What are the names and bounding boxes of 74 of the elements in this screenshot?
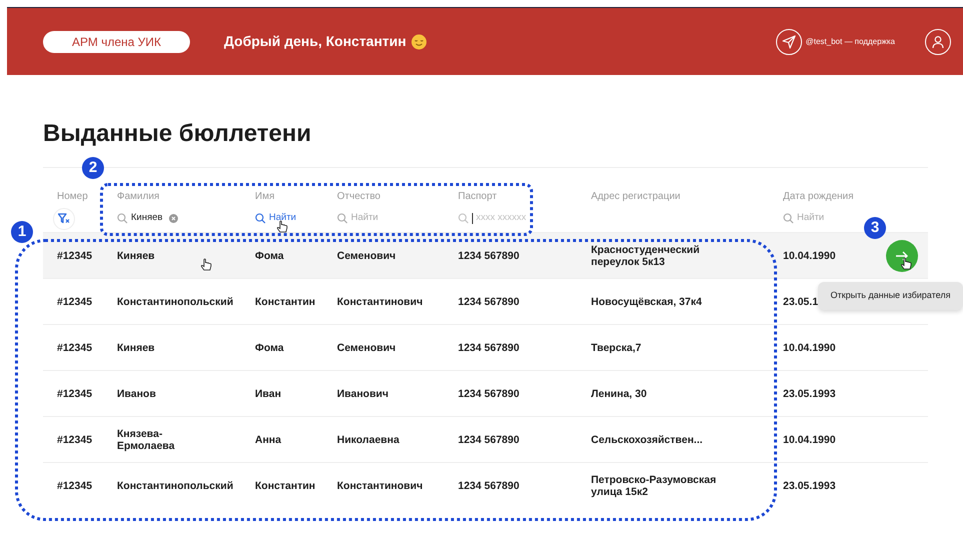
table-cell-text: Иванович <box>336 388 388 400</box>
page-title: Выданные бюллетени <box>43 119 312 149</box>
table-cell-text: Киняев <box>116 250 156 262</box>
column-header: Паспорт <box>457 190 498 204</box>
user-icon[interactable] <box>925 28 951 54</box>
table-cell-text: 1234 567890 <box>457 342 520 354</box>
annotation-marker: 3 <box>864 217 886 239</box>
column-header: Имя <box>254 190 276 204</box>
hand-cursor-icon <box>276 220 288 233</box>
table-cell-text: Семенович <box>336 250 396 262</box>
table-cell-text: 1234 567890 <box>457 388 520 400</box>
clear-filter-button[interactable] <box>53 208 75 230</box>
arrow-icon <box>895 250 909 262</box>
annotation-marker: 2 <box>82 157 104 179</box>
open-button[interactable] <box>886 240 918 272</box>
table-cell-text: #12345 <box>56 388 92 400</box>
table-cell-text: Николаевна <box>336 434 400 446</box>
clear-icon[interactable] <box>168 214 178 223</box>
table-cell-text: #12345 <box>56 434 92 446</box>
hand-cursor-icon <box>900 257 912 270</box>
table-cell-text: Фома <box>254 342 284 354</box>
table-row-highlight[interactable]: #12345 Киняев Фома Семенович 1234 567890 Красностуденческий переулок 5к13 10.04.1990 <box>43 232 928 278</box>
search-icon <box>337 213 348 224</box>
table-cell-text: Новосущёвская, 37к4 <box>590 296 703 308</box>
filter-clear-icon <box>58 213 70 224</box>
table-cell-text: Константинович <box>336 480 423 492</box>
table-cell-text: 10.04.1990 <box>782 342 836 354</box>
table-cell-text: Семенович <box>336 342 396 354</box>
table-cell-text: Красностуденческий переулок 5к13 <box>590 244 701 268</box>
table-cell-text: 10.04.1990 <box>782 434 836 446</box>
table-cell-text: 23.05.1993 <box>782 480 836 492</box>
column-header: Номер <box>56 190 89 204</box>
search-field[interactable]: Найти <box>255 211 296 226</box>
table-cell-text: Иван <box>254 388 282 400</box>
table-cell-text: Петровско-Разумовская улица 15к2 <box>590 474 718 498</box>
table-cell-text: Иванов <box>116 388 157 400</box>
column-header: Дата рождения <box>782 190 855 204</box>
table-cell-text: 1234 567890 <box>457 434 520 446</box>
column-header: Адрес регистрации <box>590 190 682 204</box>
table-cell-text: 1234 567890 <box>457 296 520 308</box>
table-cell-text: Тверска,7 <box>590 342 642 354</box>
search-icon <box>255 213 266 224</box>
annotation-marker: 1 <box>11 221 33 243</box>
table-cell-text: 23.05.1 <box>782 296 818 308</box>
table-cell-text: Константин <box>254 480 316 492</box>
table-cell-text: Фома <box>254 250 284 262</box>
table-cell-text: #12345 <box>56 296 92 308</box>
table-cell-text: Константинович <box>336 296 423 308</box>
table-cell-text: 1234 567890 <box>457 480 520 492</box>
column-header: Фамилия <box>116 190 160 204</box>
table-cell-text: Ленина, 30 <box>590 388 648 400</box>
search-icon <box>458 213 469 224</box>
table-cell-text: Князева-Ермолаева <box>116 428 176 452</box>
hand-cursor-icon <box>200 258 212 271</box>
column-header: Отчество <box>336 190 382 204</box>
table-cell-text: #12345 <box>56 250 92 262</box>
search-icon <box>783 213 794 224</box>
table-cell-text: #12345 <box>56 480 92 492</box>
table-cell-text: 10.04.1990 <box>782 250 836 262</box>
table-cell-text: #12345 <box>56 342 92 354</box>
support-link[interactable]: @test_bot — поддержка <box>806 36 895 48</box>
table-cell-text: Анна <box>254 434 282 446</box>
table-cell-text: Сельскохозяйствен... <box>590 434 704 446</box>
table-cell-text: 23.05.1993 <box>782 388 836 400</box>
table-cell-text: Константин <box>254 296 316 308</box>
search-icon <box>117 213 128 224</box>
table-cell-text: Киняев <box>116 342 156 354</box>
smiley-icon <box>411 34 428 50</box>
greeting-text: Добрый день, Константин <box>224 32 406 51</box>
table-cell-text: 1234 567890 <box>457 250 520 262</box>
app-button[interactable]: АРМ члена УИК <box>43 30 190 52</box>
tooltip: Открыть данные избирателя <box>818 282 963 310</box>
search-field[interactable]: Киняев <box>117 211 163 226</box>
send-icon[interactable] <box>776 28 802 54</box>
